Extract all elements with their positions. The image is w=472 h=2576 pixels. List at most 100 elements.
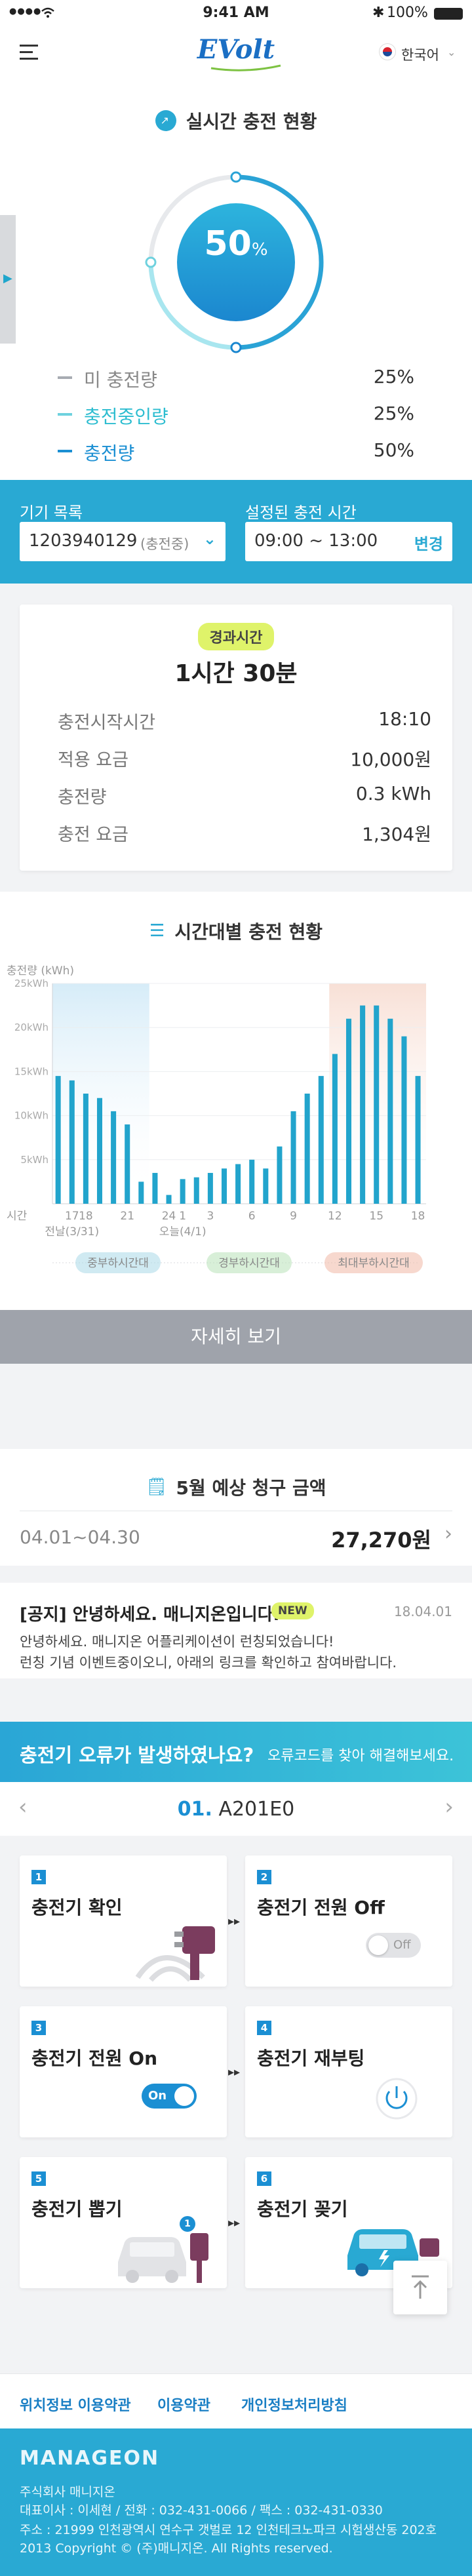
notice-title[interactable]: [공지] 안녕하세요. 매니지온입니다.	[20, 1601, 280, 1625]
drawer-arrow-icon: ▶	[3, 271, 12, 285]
gauge-percent: 50%	[204, 224, 268, 264]
error-banner-title: 충전기 오류가 발생하였나요?	[20, 1744, 254, 1766]
error-banner: 충전기 오류가 발생하였나요? 오류코드를 찾아 해결해보세요.	[0, 1722, 472, 1782]
legend-label-1: 경부하시간대	[218, 1257, 280, 1270]
car-unplug-icon	[118, 2233, 208, 2283]
bill-amount[interactable]: 27,270원	[331, 1524, 431, 1554]
gauge-icon: ↗	[155, 110, 176, 131]
chevron-right-icon[interactable]: ›	[444, 1522, 452, 1545]
xtick-label-4: 1	[179, 1210, 186, 1223]
bar-14	[249, 1159, 255, 1204]
elapsed-value: 1시간 30분	[174, 660, 298, 687]
receipt-icon: 🗒	[146, 1477, 168, 1497]
bar-5	[125, 1124, 130, 1204]
bar-7	[152, 1172, 158, 1204]
bar-13	[235, 1164, 241, 1204]
charging-time-label: 설정된 충전 시간	[245, 504, 357, 522]
ytick-label-2: 15kWh	[14, 1065, 49, 1077]
bar-18	[304, 1094, 310, 1204]
bar-6	[138, 1181, 144, 1204]
chevron-down-icon: ⌄	[447, 46, 456, 58]
error-code-nav: ‹ 01. A201E0 ›	[0, 1782, 472, 1836]
day-label-1: 오늘(4/1)	[159, 1225, 206, 1238]
side-drawer-tab[interactable]: ▶	[0, 215, 16, 344]
bar-19	[318, 1076, 324, 1204]
notice-body-2: 런칭 기념 이벤트중이오니, 아래의 링크를 확인하고 참여바랍니다.	[20, 1655, 397, 1671]
bar-0	[55, 1076, 61, 1204]
bar-24	[387, 1018, 393, 1204]
menu-icon[interactable]	[20, 45, 38, 60]
bar-25	[401, 1036, 407, 1204]
realtime-title-wrap: ↗ 실시간 충전 현황	[0, 108, 472, 134]
bill-title-wrap: 🗒 5월 예상 청구 금액	[0, 1474, 472, 1500]
legend-label-2: 최대부하시간대	[338, 1257, 409, 1270]
privacy-link[interactable]: 개인정보처리방침	[241, 2394, 347, 2415]
power-on-toggle[interactable]: On	[142, 2084, 197, 2109]
day-label-0: 전날(3/31)	[45, 1225, 99, 1238]
bluetooth-icon: ✱	[372, 5, 385, 21]
error-code-title: 01. A201E0	[177, 1798, 295, 1821]
charging-time-field[interactable]: 09:00 ~ 13:00 변경	[245, 522, 452, 561]
legend-row-uncharged: 미 충전량 25%	[58, 359, 414, 396]
logo-swoosh	[210, 64, 281, 71]
ytick-label-1: 10kWh	[14, 1110, 49, 1122]
step-arrow-icon: ▸▸	[228, 2065, 241, 2079]
row-start-time: 충전시작시간 18:10	[58, 708, 431, 733]
app-header: EVolt 한국어 ⌄	[0, 26, 472, 79]
view-more-button[interactable]: 자세히 보기	[0, 1310, 472, 1364]
xtick-label-5: 3	[206, 1210, 214, 1223]
hourly-chart: 5kWh10kWh15kWh20kWh25kWh충전량 (kWh)시간 17 18 2…	[7, 964, 426, 1273]
elapsed-section: 경과시간 1시간 30분 충전시작시간 18:10 적용 요금 10,000원 충전…	[0, 584, 472, 911]
notice-section[interactable]: [공지] 안녕하세요. 매니지온입니다. NEW 18.04.01 안녕하세요.…	[0, 1583, 472, 1678]
ytick-label-0: 5kWh	[20, 1154, 49, 1166]
location-terms-link[interactable]: 위치정보 이용약관	[20, 2394, 131, 2415]
bar-4	[111, 1111, 117, 1204]
hourly-title: 시간대별 충전 현황	[174, 921, 323, 943]
footer-brand: MANAGEON	[20, 2447, 160, 2470]
bar-20	[332, 1054, 338, 1204]
step-card-1: 1 충전기 확인	[20, 1855, 227, 1987]
bar-23	[374, 1005, 380, 1204]
xtick-label-2: 21	[120, 1210, 134, 1223]
legend-row-charging: 충전중인량 25%	[58, 396, 414, 433]
step-arrow-icon: ▸▸	[228, 1914, 241, 1928]
ytick-label-3: 20kWh	[14, 1021, 49, 1033]
device-select[interactable]: 1203940129 (충전중) ⌄	[20, 522, 226, 561]
battery-icon	[434, 8, 463, 20]
x-axis-title: 시간	[7, 1210, 28, 1223]
bar-9	[180, 1179, 186, 1204]
scroll-top-button[interactable]	[393, 2261, 447, 2314]
app-logo[interactable]: EVolt	[184, 34, 288, 65]
status-bar: ●●●● 9:41 AM ✱ 100%	[0, 0, 472, 26]
row-fee: 충전 요금 1,304원	[58, 823, 431, 845]
error-banner-subtitle: 오류코드를 찾아 해결해보세요.	[267, 1748, 454, 1764]
new-badge: NEW	[271, 1602, 314, 1619]
footer-address: 주소 : 21999 인천광역시 연수구 갯벌로 12 인천테크노파크 시험생산…	[20, 2523, 437, 2537]
notification-bubble: 1	[180, 2216, 195, 2232]
power-off-toggle[interactable]: Off	[366, 1933, 421, 1958]
footer-company: 주식회사 매니지온	[20, 2485, 115, 2499]
notice-date: 18.04.01	[393, 1604, 452, 1619]
hourly-section: ☰ 시간대별 충전 현황 5kWh 10kWh 15kWh 20kWh 25kWh 충전량…	[0, 892, 472, 1364]
notice-body-1: 안녕하세요. 매니지온 어플리케이션이 런칭되었습니다!	[20, 1634, 334, 1650]
realtime-section: ↗ 실시간 충전 현황 ▶ 50% 미 충전량 25% 충전중인량 25% 충전…	[0, 79, 472, 480]
bar-3	[96, 1098, 102, 1204]
ytick-label-4: 25kWh	[14, 978, 49, 989]
terms-link[interactable]: 이용약관	[157, 2394, 210, 2415]
xtick-label-8: 12	[328, 1210, 342, 1223]
bar-15	[263, 1168, 269, 1204]
bar-22	[360, 1005, 366, 1204]
step-card-4: 4 충전기 재부팅	[245, 2006, 452, 2137]
bar-2	[83, 1094, 88, 1204]
footer-copyright: 2013 Copyright © (주)매니지온. All Rights res…	[20, 2541, 333, 2556]
list-icon: ☰	[149, 921, 165, 941]
step-arrow-icon: ▸▸	[228, 2216, 241, 2230]
language-select[interactable]: 한국어	[401, 45, 439, 64]
bar-11	[207, 1172, 213, 1204]
footer-info: MANAGEON 주식회사 매니지온 대표이사 : 이세현 / 전화 : 032…	[0, 2428, 472, 2576]
xtick-label-9: 15	[369, 1210, 384, 1223]
realtime-legend: 미 충전량 25% 충전중인량 25% 충전량 50%	[58, 359, 414, 469]
next-arrow-icon[interactable]: ›	[444, 1794, 454, 1820]
change-button[interactable]: 변경	[414, 531, 443, 554]
battery-text: 100%	[387, 5, 428, 21]
